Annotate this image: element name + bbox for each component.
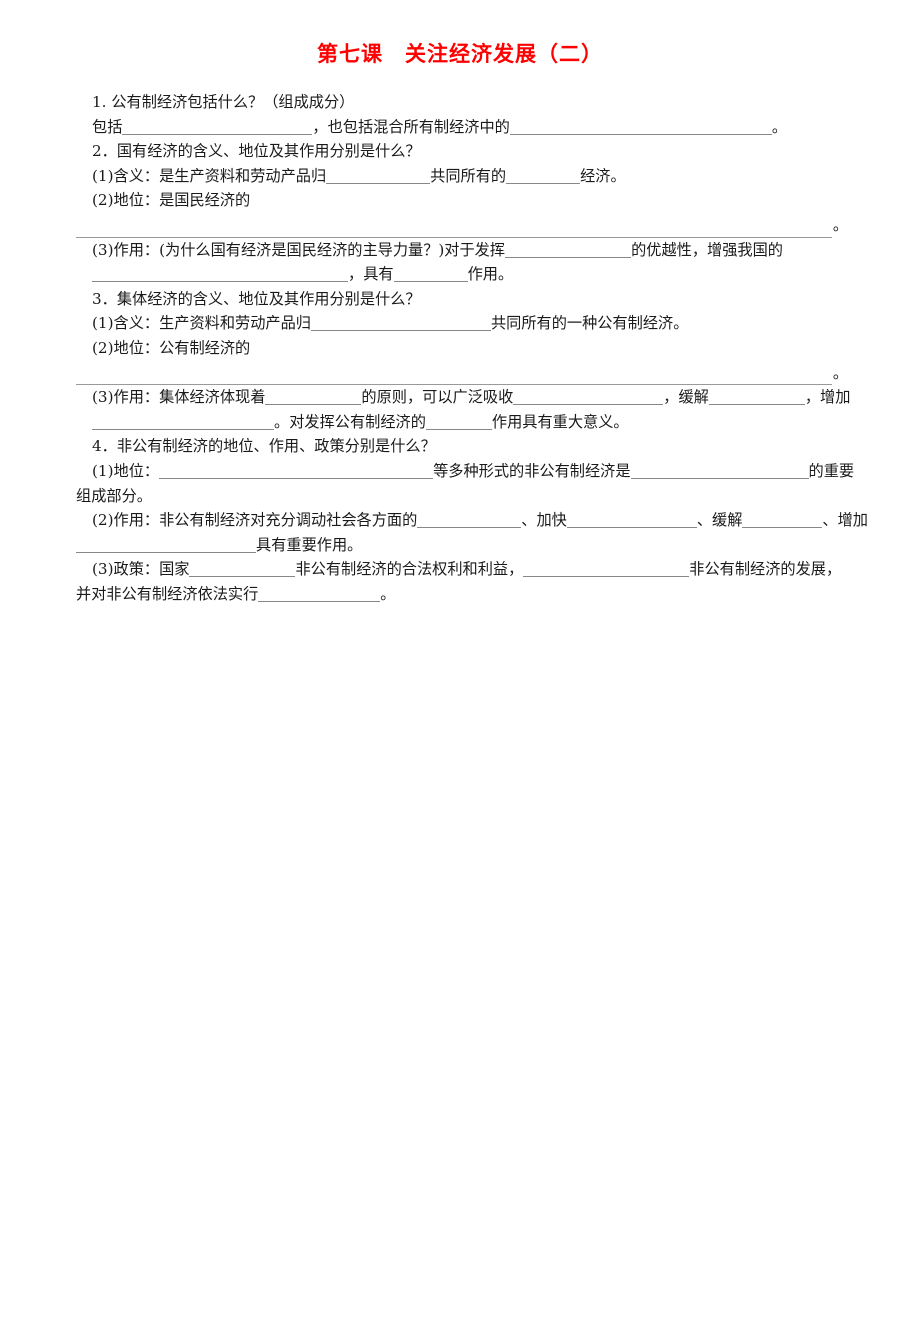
line-text: (3)作用：(为什么国有经济是国民经济的主导力量？)对于发挥 (92, 240, 506, 259)
line-text: (2)作用：非公有制经济对充分调动社会各方面的 (92, 511, 418, 530)
question-line: 具有重要作用。 (76, 533, 848, 558)
line-text: ，缓解 (663, 388, 709, 407)
question-line: (1)含义：生产资料和劳动产品归 共同所有的一种公有制经济。 (76, 311, 848, 336)
line-text: (2)地位：是国民经济的 (92, 191, 251, 210)
line-text: ，增加 (804, 388, 851, 407)
answer-blank[interactable] (326, 167, 431, 184)
question-line: 并对非公有制经济依法实行 。 (76, 582, 848, 607)
line-text: 作用具有重大意义。 (491, 412, 629, 431)
line-text: 的重要 (808, 461, 855, 480)
line-text: 。 (380, 584, 396, 603)
question-line: 。对发挥公有制经济的 作用具有重大意义。 (76, 410, 848, 435)
answer-blank[interactable] (310, 314, 491, 332)
question-line: (2)地位：是国民经济的 (76, 188, 848, 213)
answer-blank[interactable] (708, 388, 805, 406)
answer-blank-fullwidth[interactable]: 。 (76, 361, 848, 386)
answer-blank[interactable] (265, 388, 362, 406)
answer-blank[interactable] (122, 118, 313, 135)
line-text: 。 (771, 117, 787, 136)
answer-blank[interactable] (506, 167, 581, 184)
answer-blank[interactable] (92, 265, 348, 283)
line-text: 的优越性，增强我国的 (631, 240, 783, 259)
line-text: 。 (832, 363, 848, 382)
line-text: ，也包括混合所有制经济中的 (312, 117, 510, 136)
answer-blank[interactable] (189, 560, 296, 578)
answer-blank[interactable] (393, 265, 468, 283)
line-text: (1)地位： (92, 461, 160, 480)
question-line: (1)含义：是生产资料和劳动产品归 共同所有的 经济。 (76, 164, 848, 189)
line-text: 具有重要作用。 (256, 535, 363, 554)
question-heading: 1. 公有制经济包括什么？（组成成分） (92, 93, 355, 111)
line-text: 。对发挥公有制经济的 (274, 412, 426, 431)
blank-line[interactable] (76, 367, 832, 386)
question-heading: 2．国有经济的含义、地位及其作用分别是什么？ (92, 142, 421, 161)
line-text: 经济。 (580, 166, 626, 185)
answer-blank[interactable] (523, 560, 690, 578)
line-text: (3)作用：集体经济体现着 (92, 388, 266, 407)
line-text: (2)地位：公有制经济的 (92, 338, 251, 357)
line-text: 、增加 (822, 511, 868, 530)
question-line: (2)地位：公有制经济的 (76, 336, 848, 361)
answer-blank[interactable] (258, 585, 381, 602)
line-text: 包括 (92, 117, 123, 136)
question-line: ，具有 作用。 (76, 262, 848, 287)
document-page: 第七课 关注经济发展（二） 1. 公有制经济包括什么？（组成成分） 包括 ，也包括混… (0, 38, 920, 1340)
question-line: (3)政策：国家 非公有制经济的合法权利和利益， 非公有制经济的发展， (76, 557, 848, 582)
line-text: 作用。 (467, 265, 514, 284)
question-line: (2)作用：非公有制经济对充分调动社会各方面的 、加快 、缓解 、增加 (76, 508, 868, 533)
blank-line[interactable] (76, 220, 832, 238)
worksheet-body: 1. 公有制经济包括什么？（组成成分） 包括 ，也包括混合所有制经济中的。 2．国有经… (76, 90, 868, 607)
line-text: 。 (832, 215, 848, 234)
line-text: 等多种形式的非公有制经济是 (433, 461, 631, 480)
answer-blank[interactable] (76, 536, 256, 553)
answer-blank[interactable] (92, 413, 274, 430)
answer-blank[interactable] (505, 241, 632, 258)
line-text: ，具有 (348, 265, 394, 284)
answer-blank[interactable] (159, 462, 434, 479)
answer-blank[interactable] (742, 511, 823, 529)
line-text: 非公有制经济的合法权利和利益， (295, 560, 524, 579)
answer-blank[interactable] (630, 462, 809, 479)
answer-blank[interactable] (417, 511, 522, 529)
line-text: (1)含义：生产资料和劳动产品归 (92, 314, 311, 333)
line-text: 的原则，可以广泛吸收 (361, 388, 514, 407)
answer-blank[interactable] (425, 413, 492, 430)
answer-blank[interactable] (513, 388, 664, 406)
question-line: (1)地位： 等多种形式的非公有制经济是 的重要 (76, 459, 854, 484)
question-line: (3)作用：集体经济体现着 的原则，可以广泛吸收 ，缓解 ，增加 (76, 385, 851, 410)
page-title: 第七课 关注经济发展（二） (317, 42, 603, 66)
question-heading: 3．集体经济的含义、地位及其作用分别是什么？ (92, 289, 421, 308)
line-text: 组成部分。 (76, 486, 152, 505)
line-text: 并对非公有制经济依法实行 (76, 584, 259, 603)
line-text: (3)政策：国家 (92, 560, 190, 579)
question-line: 组成部分。 (76, 484, 848, 509)
answer-blank[interactable] (509, 118, 772, 135)
line-text: (1)含义：是生产资料和劳动产品归 (92, 166, 327, 185)
question-line: (3)作用：(为什么国有经济是国民经济的主导力量？)对于发挥 的优越性，增强我国的 (76, 238, 848, 263)
answer-blank[interactable] (566, 511, 697, 529)
question-line: 包括 ，也包括混合所有制经济中的 。 (76, 115, 848, 140)
question-heading: 4．非公有制经济的地位、作用、政策分别是什么？ (92, 437, 436, 456)
line-text: 非公有制经济的发展， (689, 560, 842, 579)
line-text: 、加快 (521, 511, 567, 530)
line-text: 、缓解 (696, 511, 743, 530)
line-text: 共同所有的 (430, 166, 507, 185)
answer-blank-fullwidth[interactable]: 。 (76, 213, 848, 238)
line-text: 共同所有的一种公有制经济。 (490, 314, 689, 333)
